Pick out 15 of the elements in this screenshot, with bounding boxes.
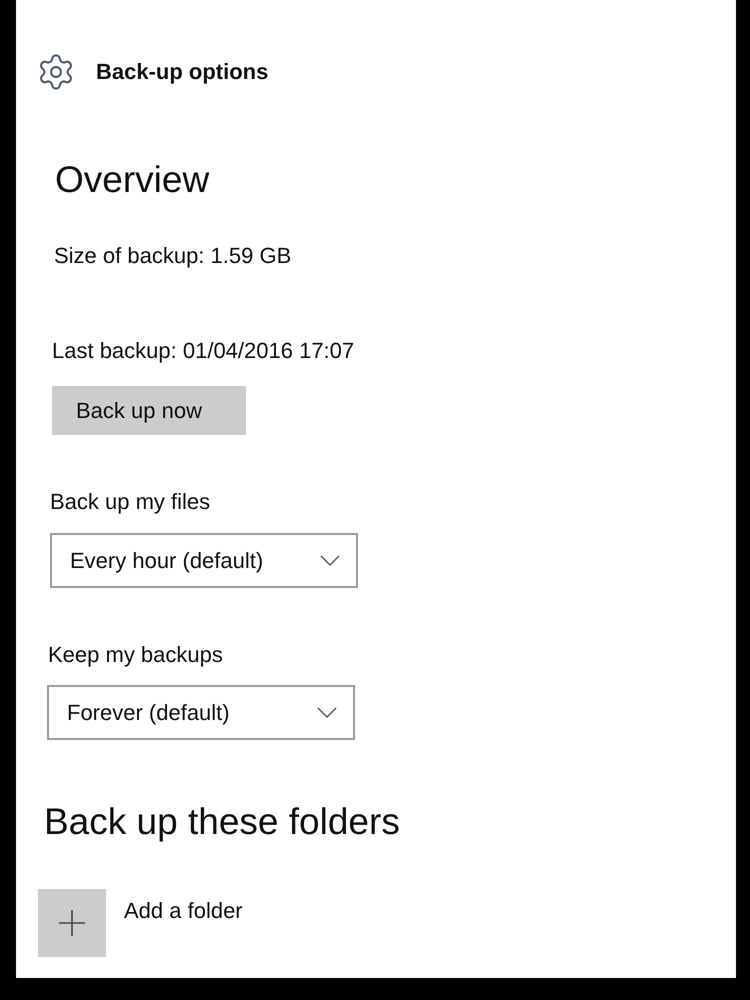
section-heading: Back up these folders [44,800,400,844]
backup-size-text: Size of backup: 1.59 GB [54,242,292,270]
add-folder-label: Add a folder [124,897,243,925]
dropdown[interactable]: Every hour (default) [50,533,358,588]
setting-label: Keep my backups [48,641,223,669]
page-title: Back-up options [96,58,268,86]
plus-icon [59,910,85,936]
dropdown[interactable]: Forever (default) [47,685,355,740]
chevron-down-icon [320,555,340,566]
chevron-down-icon [317,707,337,718]
last-backup-text: Last backup: 01/04/2016 17:07 [52,337,354,365]
setting-label: Back up my files [50,488,210,516]
section-heading: Overview [55,158,210,202]
back-up-now-button[interactable]: Back up now [52,386,246,435]
add-folder-button[interactable] [38,889,106,957]
